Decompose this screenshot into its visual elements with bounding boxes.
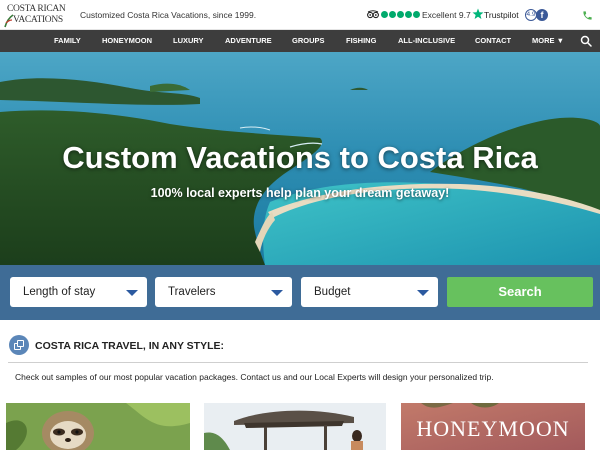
- rating-dot: [397, 11, 404, 18]
- hero-subtitle: 100% local experts help plan your dream …: [150, 186, 450, 200]
- length-of-stay-select[interactable]: Length of stay: [10, 277, 147, 307]
- sloth-image: [6, 403, 190, 450]
- nav-all-inclusive[interactable]: ALL-INCLUSIVE: [398, 30, 455, 52]
- honeymoon-card-label: HONEYMOON: [416, 416, 570, 441]
- nav-luxury[interactable]: LUXURY: [173, 30, 204, 52]
- travelers-value: Travelers: [168, 286, 216, 298]
- budget-select[interactable]: Budget: [301, 277, 438, 307]
- nav-groups[interactable]: GROUPS: [292, 30, 325, 52]
- nav-fishing[interactable]: FISHING: [346, 30, 376, 52]
- tagline: Customized Costa Rica Vacations, since 1…: [80, 10, 257, 20]
- section-divider: [8, 362, 588, 363]
- nav-contact[interactable]: CONTACT: [475, 30, 511, 52]
- nav-adventure[interactable]: ADVENTURE: [225, 30, 272, 52]
- hero-banner: Custom Vacations to Costa Rica 100% loca…: [0, 52, 600, 265]
- chevron-down-icon: [271, 290, 283, 296]
- trustpilot-label[interactable]: Trustpilot: [484, 10, 519, 20]
- rating-dot: [389, 11, 396, 18]
- phone-icon[interactable]: [582, 10, 593, 21]
- luxury-resort-image: [204, 403, 386, 450]
- rating-dot: [413, 11, 420, 18]
- logo-line-2: VACATIONS: [13, 15, 63, 25]
- rating-dot: [381, 11, 388, 18]
- nav-more[interactable]: MORE ▼: [532, 30, 564, 52]
- rating-dot: [405, 11, 412, 18]
- search-icon[interactable]: [580, 35, 592, 47]
- tripadvisor-rating-dots: [381, 11, 420, 18]
- section-title: COSTA RICA TRAVEL, IN ANY STYLE:: [35, 340, 225, 352]
- chevron-down-icon: [417, 290, 429, 296]
- trustpilot-star-icon: [472, 8, 484, 19]
- main-nav: FAMILY HONEYMOON LUXURY ADVENTURE GROUPS…: [0, 30, 600, 52]
- length-of-stay-value: Length of stay: [23, 286, 96, 298]
- nav-honeymoon[interactable]: HONEYMOON: [102, 30, 152, 52]
- search-button[interactable]: Search: [447, 277, 593, 307]
- review-score-text[interactable]: Excellent 9.7: [422, 10, 471, 20]
- tripadvisor-icon[interactable]: [367, 10, 379, 19]
- section-intro: Check out samples of our most popular va…: [15, 372, 494, 382]
- package-card-family[interactable]: [6, 403, 190, 450]
- facebook-icon[interactable]: f: [536, 9, 548, 21]
- nav-family[interactable]: FAMILY: [54, 30, 81, 52]
- hero-title: Custom Vacations to Costa Rica: [62, 140, 538, 175]
- chevron-down-icon: [126, 290, 138, 296]
- package-card-luxury[interactable]: [204, 403, 386, 450]
- costa-rican-vacations-logo[interactable]: COSTA RICAN VACATIONS: [4, 3, 68, 28]
- package-card-honeymoon[interactable]: HONEYMOON: [401, 403, 585, 450]
- logo-line-1: COSTA RICAN: [7, 4, 66, 14]
- travelers-select[interactable]: Travelers: [155, 277, 292, 307]
- section-copy-icon: [9, 335, 29, 355]
- top-bar: COSTA RICAN VACATIONS Customized Costa R…: [0, 0, 600, 30]
- budget-value: Budget: [314, 286, 351, 298]
